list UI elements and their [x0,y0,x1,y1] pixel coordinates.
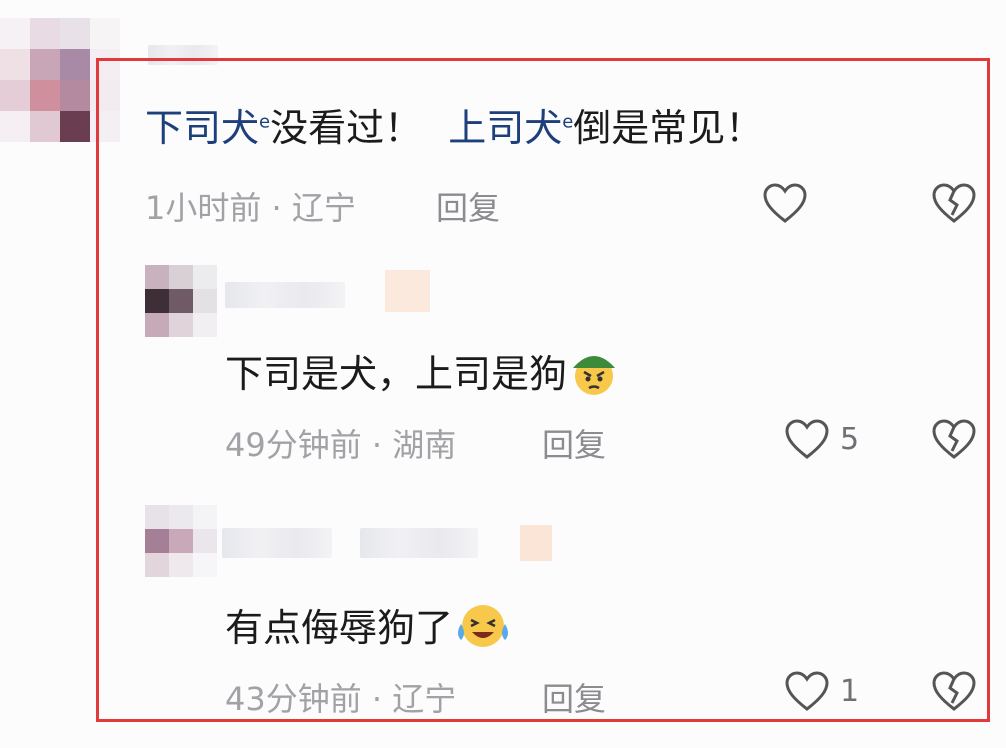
timestamp: 1小时前 [145,189,262,227]
separator: · [271,189,282,227]
location: 辽宁 [392,680,457,718]
reply-meta: 49分钟前 · 湖南 [225,420,456,466]
username-blurred[interactable] [222,528,332,558]
comment-meta: 1小时前 · 辽宁 [145,183,356,229]
heart-outline-icon[interactable] [784,670,830,712]
location: 湖南 [392,426,457,464]
broken-heart-icon[interactable] [931,418,977,460]
broken-heart-icon[interactable] [931,670,977,712]
mention-link[interactable]: 下司犬𝖾 [145,106,270,150]
avatar[interactable] [145,265,217,337]
comment-text: 下司犬𝖾没看过！ 上司犬𝖾倒是常见！ [145,106,764,150]
timestamp: 43分钟前 [225,680,362,718]
separator: · [371,426,383,464]
reply-button[interactable]: 回复 [436,183,500,229]
username-blurred[interactable] [360,528,478,558]
reply-button[interactable]: 回复 [542,420,606,466]
heart-outline-icon[interactable] [762,182,808,224]
heart-outline-icon[interactable] [784,418,830,460]
reply-button[interactable]: 回复 [542,674,606,720]
search-icon: 𝖾 [562,111,574,133]
like-count: 1 [840,674,860,709]
reply-text: 有点侮辱狗了 [225,600,513,661]
broken-heart-icon[interactable] [931,182,977,224]
like-count: 5 [840,422,860,457]
location: 辽宁 [291,189,356,227]
username-blurred[interactable] [520,525,552,561]
angry-leaf-face-emoji [567,348,621,405]
timestamp: 49分钟前 [225,426,362,464]
avatar[interactable] [145,505,217,577]
search-icon: 𝖾 [259,111,271,133]
reply-meta: 43分钟前 · 辽宁 [225,674,456,720]
separator: · [371,680,383,718]
reply-text: 下司是犬，上司是狗 [225,348,621,405]
mention-link[interactable]: 上司犬𝖾 [448,106,573,150]
username-blurred[interactable] [385,270,430,312]
crying-laughing-face-emoji [453,600,513,661]
username-blurred[interactable] [225,282,345,308]
